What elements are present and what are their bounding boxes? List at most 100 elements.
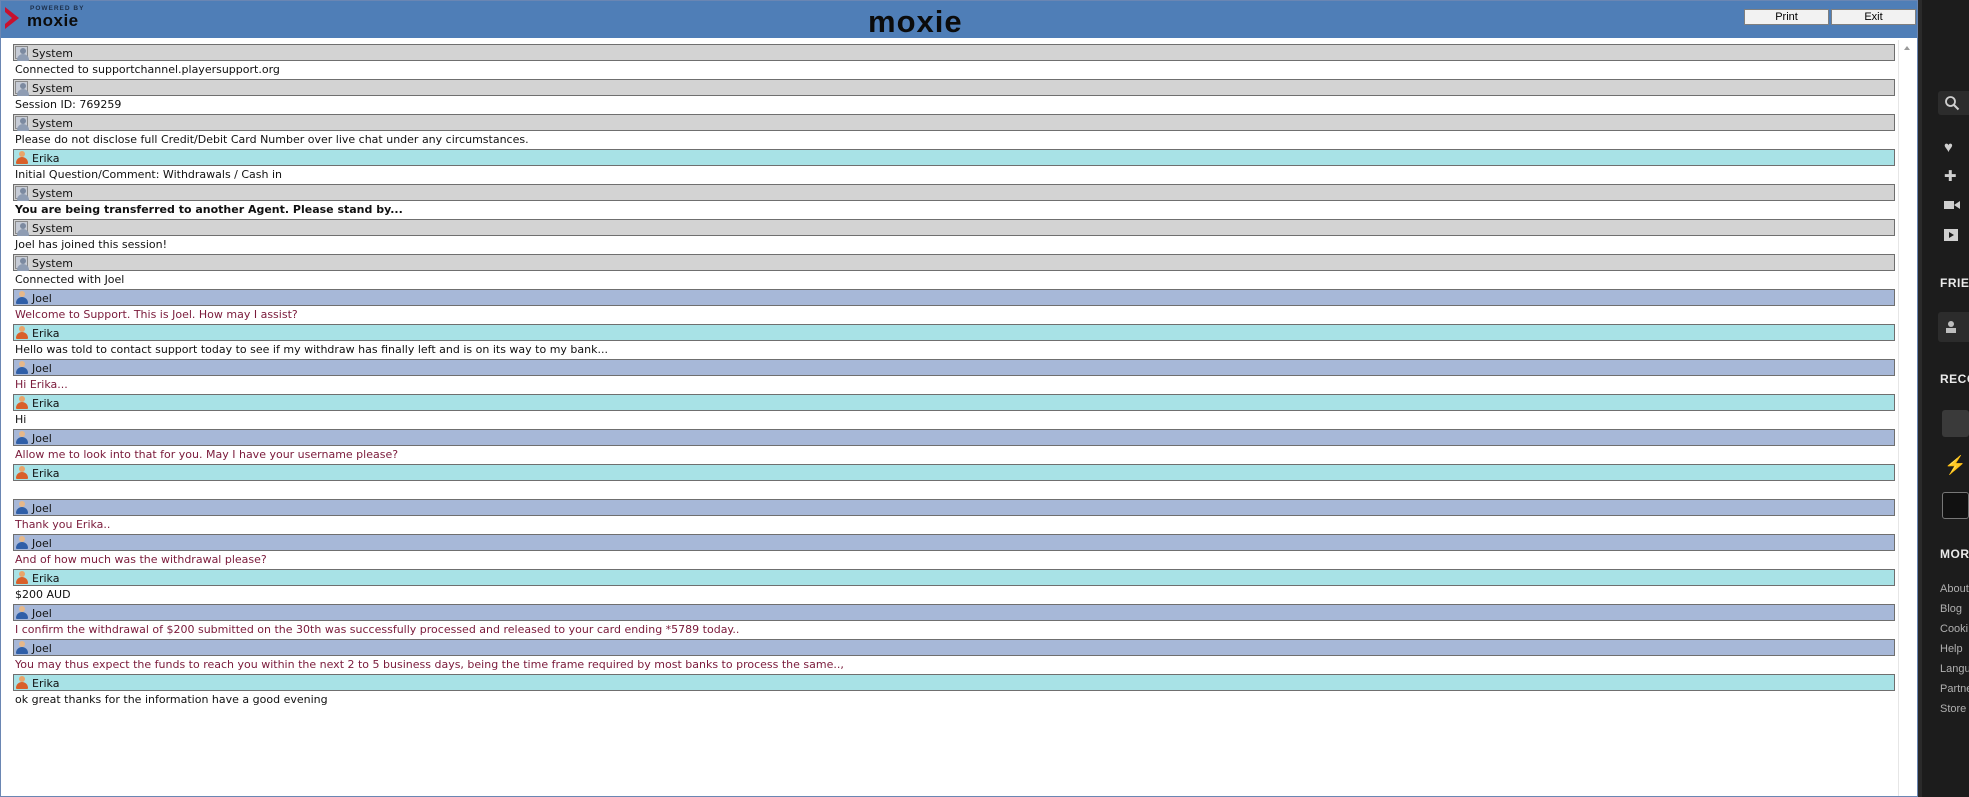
header-bar: POWERED BY moxie moxie Print Exit: [1, 1, 1917, 39]
avatar-body: [16, 332, 28, 339]
speaker-name: Erika: [32, 572, 60, 585]
message-header: System: [13, 254, 1895, 271]
message-text: Joel has joined this session!: [15, 238, 167, 251]
speaker-name: Erika: [32, 327, 60, 340]
message-header: Joel: [13, 499, 1895, 516]
more-heading: MORI: [1940, 547, 1969, 561]
avatar-body: [16, 647, 28, 654]
message-text: Connected to supportchannel.playersuppor…: [15, 63, 280, 76]
user-avatar-icon: [15, 465, 29, 479]
speaker-name: System: [32, 257, 74, 270]
chat-message: Erika ok great thanks for the information…: [13, 674, 1895, 708]
system-avatar-icon: [15, 256, 29, 271]
chat-message: Erika: [13, 464, 1895, 498]
message-header: Joel: [13, 534, 1895, 551]
chat-message: Joel Welcome to Support. This is Joel. Ho…: [13, 289, 1895, 323]
message-text: Connected with Joel: [15, 273, 125, 286]
chat-message: Joel I confirm the withdrawal of $200 sub…: [13, 604, 1895, 638]
message-header: System: [13, 79, 1895, 96]
avatar-body: [16, 472, 28, 479]
message-text: Hello was told to contact support today …: [15, 343, 608, 356]
sidebar-divider: [1918, 0, 1922, 797]
chat-message: Erika Hello was told to contact support t…: [13, 324, 1895, 358]
message-header: Joel: [13, 639, 1895, 656]
avatar-body: [17, 229, 29, 236]
footer-link[interactable]: Langu: [1940, 663, 1969, 675]
message-text: I confirm the withdrawal of $200 submitt…: [15, 623, 740, 636]
user-avatar-icon: [15, 360, 29, 374]
speaker-name: System: [32, 222, 74, 235]
message-header: Joel: [13, 289, 1895, 306]
user-avatar-icon: [15, 640, 29, 654]
message-header: Erika: [13, 149, 1895, 166]
speaker-name: Joel: [32, 607, 52, 620]
footer-link[interactable]: Help: [1940, 643, 1963, 655]
user-avatar-icon: [15, 395, 29, 409]
footer-link[interactable]: Store: [1940, 703, 1966, 715]
user-avatar-icon: [15, 605, 29, 619]
message-text: Allow me to look into that for you. May …: [15, 448, 399, 461]
speaker-name: Joel: [32, 292, 52, 305]
speaker-name: Erika: [32, 467, 60, 480]
avatar-body: [17, 194, 29, 201]
message-header: System: [13, 184, 1895, 201]
chat-message: Joel Thank you Erika..: [13, 499, 1895, 533]
recent-game-thumbnail-1[interactable]: [1942, 410, 1969, 437]
user-avatar-icon: [15, 430, 29, 444]
footer-link[interactable]: Blog: [1940, 603, 1962, 615]
user-avatar-icon: [15, 325, 29, 339]
system-avatar-icon: [15, 186, 29, 201]
avatar-body: [16, 367, 28, 374]
speaker-name: Joel: [32, 432, 52, 445]
system-avatar-icon: [15, 46, 29, 61]
lightning-icon[interactable]: ⚡: [1942, 452, 1969, 479]
chat-message: Joel You may thus expect the funds to rea…: [13, 639, 1895, 673]
speaker-name: System: [32, 187, 74, 200]
message-header: Erika: [13, 674, 1895, 691]
message-header: System: [13, 219, 1895, 236]
message-text: $200 AUD: [15, 588, 71, 601]
speaker-name: Erika: [32, 397, 60, 410]
message-header: System: [13, 44, 1895, 61]
message-text: Hi: [15, 413, 27, 426]
powered-by-moxie-logo: POWERED BY moxie: [5, 4, 95, 30]
avatar-body: [16, 682, 28, 689]
user-avatar-icon: [15, 290, 29, 304]
heart-icon[interactable]: ♥: [1944, 140, 1953, 156]
video-icon[interactable]: [1944, 199, 1960, 215]
footer-link[interactable]: About: [1940, 583, 1969, 595]
search-icon[interactable]: [1944, 95, 1960, 115]
message-text: You may thus expect the funds to reach y…: [15, 658, 844, 671]
message-text: Thank you Erika..: [15, 518, 111, 531]
scroll-up-arrow-icon[interactable]: [1904, 46, 1910, 50]
chat-message: Erika $200 AUD: [13, 569, 1895, 603]
avatar-body: [17, 124, 29, 131]
avatar-body: [16, 437, 28, 444]
system-avatar-icon: [15, 116, 29, 131]
message-text: Initial Question/Comment: Withdrawals / …: [15, 168, 283, 181]
exit-button[interactable]: Exit: [1831, 9, 1916, 25]
gamepad-icon[interactable]: ✚: [1944, 169, 1957, 185]
message-text: And of how much was the withdrawal pleas…: [15, 553, 267, 566]
message-header: Erika: [13, 394, 1895, 411]
speaker-name: Joel: [32, 537, 52, 550]
message-header: System: [13, 114, 1895, 131]
speaker-name: Erika: [32, 677, 60, 690]
recent-game-thumbnail-3[interactable]: [1942, 492, 1969, 519]
chat-message: System Joel has joined this session!: [13, 219, 1895, 253]
avatar-body: [16, 157, 28, 164]
chat-message: System You are being transferred to anoth…: [13, 184, 1895, 218]
footer-link[interactable]: Cooki: [1940, 623, 1968, 635]
message-text: ok great thanks for the information have…: [15, 693, 328, 706]
print-button[interactable]: Print: [1744, 9, 1829, 25]
play-icon[interactable]: [1944, 229, 1958, 245]
message-header: Joel: [13, 604, 1895, 621]
chevron-logo-icon: [5, 7, 19, 29]
message-text: Welcome to Support. This is Joel. How ma…: [15, 308, 298, 321]
vertical-scrollbar[interactable]: [1898, 40, 1916, 796]
chat-transcript: System Connected to supportchannel.player…: [3, 40, 1897, 796]
message-header: Joel: [13, 429, 1895, 446]
avatar-body: [16, 612, 28, 619]
footer-link[interactable]: Partne: [1940, 683, 1969, 695]
message-header: Erika: [13, 464, 1895, 481]
